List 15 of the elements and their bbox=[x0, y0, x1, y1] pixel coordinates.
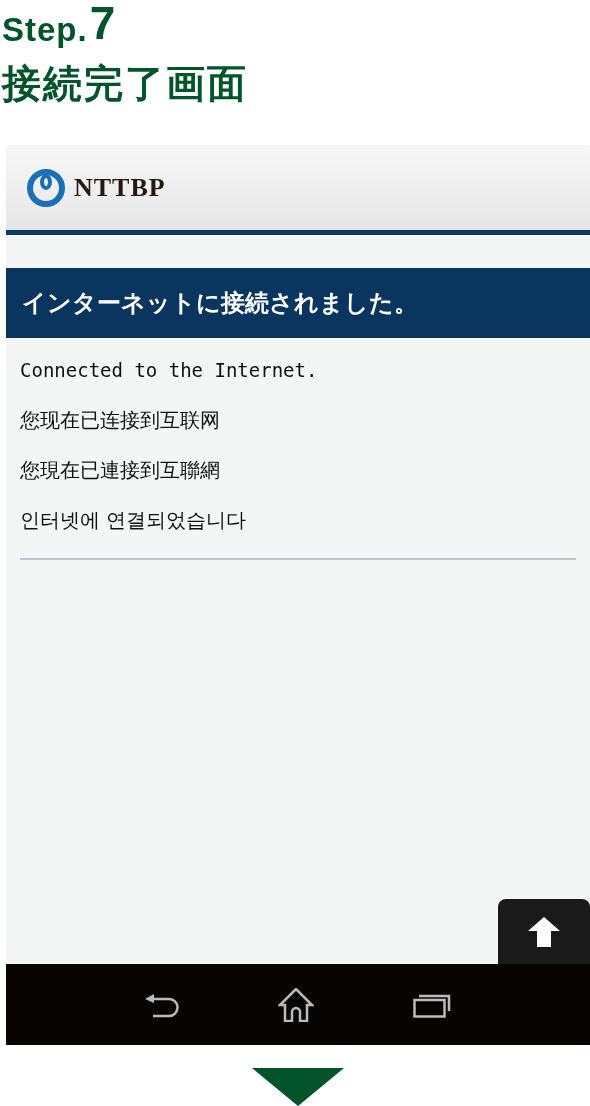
message-text: Connected to the Internet. bbox=[20, 358, 319, 383]
message-text: 您现在已连接到互联网 bbox=[20, 407, 221, 434]
back-icon[interactable] bbox=[145, 991, 180, 1018]
arrow-up-icon bbox=[528, 916, 560, 947]
step-label: Step. bbox=[2, 13, 88, 46]
back-to-top-button[interactable] bbox=[498, 899, 590, 964]
arrow-down-icon bbox=[252, 1068, 344, 1106]
message-text: 인터넷에 연결되었습니다 bbox=[20, 507, 248, 534]
message-text: 您現在已連接到互聯網 bbox=[20, 457, 221, 484]
logo-icon bbox=[26, 167, 66, 208]
home-icon[interactable] bbox=[278, 987, 314, 1022]
step-number: 7 bbox=[89, 0, 116, 46]
status-banner: インターネットに接続されました。 bbox=[6, 268, 590, 338]
logo-text: NTTBP bbox=[74, 172, 166, 203]
page-heading: 接続完了画面 bbox=[2, 60, 249, 108]
